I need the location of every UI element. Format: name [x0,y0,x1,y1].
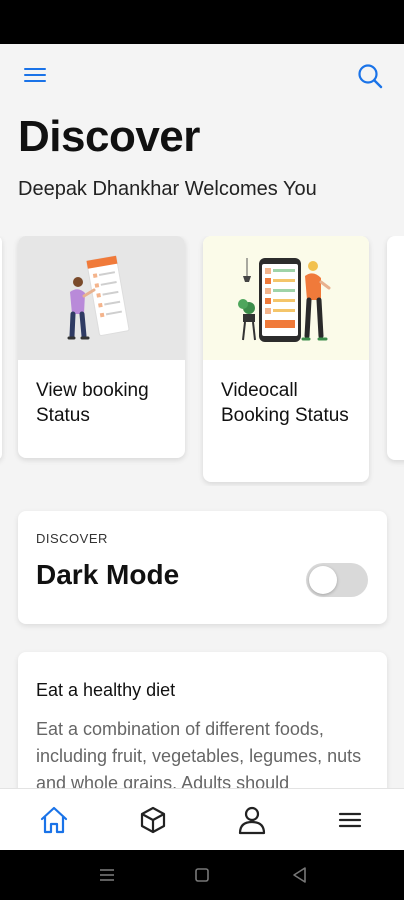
user-icon[interactable] [235,803,269,837]
status-bar [0,0,404,44]
action-card-carousel[interactable]: View booking Status Videocall Booking St… [0,236,404,486]
videocall-booking-status-card[interactable]: Videocall Booking Status [203,236,369,482]
toggle-knob [309,566,337,594]
system-navigation-bar [0,850,404,900]
home-icon[interactable] [37,803,71,837]
card-label: View booking Status [36,380,149,426]
view-booking-status-card[interactable]: View booking Status [18,236,185,458]
back-icon[interactable] [290,865,310,885]
page-title: Discover [18,112,200,161]
woman-reading-document-illustration [18,236,185,360]
bottom-navigation [0,788,404,850]
card-label: Videocall Booking Status [221,380,349,426]
search-icon[interactable] [354,60,386,92]
man-with-phone-checklist-illustration [203,236,369,360]
tip-body: Eat a combination of different foods, in… [36,719,362,793]
home-square-icon[interactable] [192,865,212,885]
panel-kicker: DISCOVER [36,531,108,546]
app-bar [0,44,404,110]
menu-icon[interactable] [333,803,367,837]
hamburger-menu-icon[interactable] [22,66,50,86]
tip-title: Eat a healthy diet [36,680,176,700]
dark-mode-toggle[interactable] [306,563,368,597]
welcome-subtitle: Deepak Dhankhar Welcomes You [18,178,317,200]
cube-icon[interactable] [136,803,170,837]
dark-mode-panel: DISCOVER Dark Mode [18,511,387,624]
card-peek-right[interactable] [387,236,404,460]
dark-mode-title: Dark Mode [36,559,180,590]
recents-icon[interactable] [97,865,117,885]
card-peek-left[interactable] [0,236,2,460]
